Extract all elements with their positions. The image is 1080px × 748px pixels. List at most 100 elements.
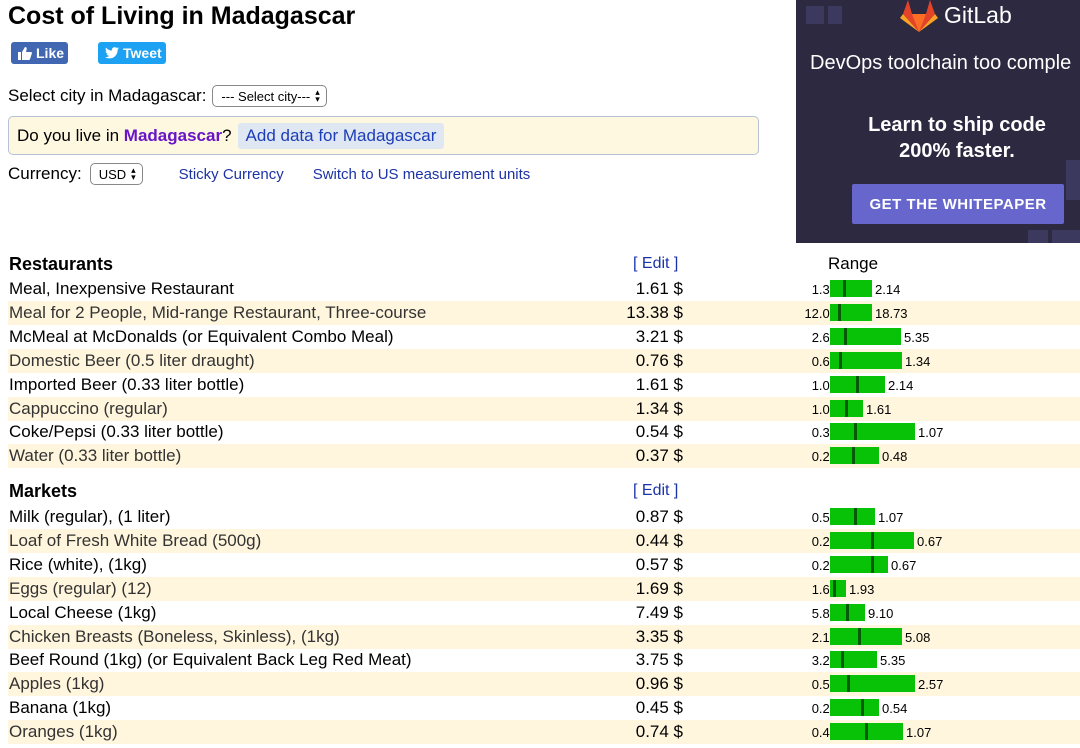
country-link[interactable]: Madagascar: [124, 126, 222, 146]
item-name: Milk (regular), (1 liter): [9, 507, 171, 526]
page-title: Cost of Living in Madagascar: [8, 2, 356, 30]
range-max: 2.57: [918, 677, 944, 692]
ad-headline: Learn to ship code 200% faster.: [796, 112, 1080, 164]
range-marker: [861, 699, 864, 716]
range-max: 1.34: [905, 354, 931, 369]
range-max: 0.48: [882, 449, 908, 464]
ad-decoration: [1066, 160, 1080, 200]
range-marker: [854, 508, 857, 525]
city-selector-row: Select city in Madagascar: --- Select ci…: [8, 85, 327, 107]
facebook-thumb-icon: [18, 46, 32, 60]
range-max: 1.07: [878, 510, 904, 525]
range-bar: [830, 304, 872, 321]
range-marker: [871, 556, 874, 573]
ad-brand: GitLab: [944, 2, 1012, 28]
us-units-link[interactable]: Switch to US measurement units: [313, 166, 531, 183]
ad-cta-button[interactable]: GET THE WHITEPAPER: [852, 184, 1064, 224]
table-row: Water (0.33 liter bottle) 0.37 $0.27 0.48: [8, 444, 1080, 468]
range-bar: [830, 423, 915, 440]
range-column-header: Range: [828, 254, 879, 273]
add-data-button[interactable]: Add data for Madagascar: [237, 122, 445, 149]
gitlab-logo-icon: [900, 0, 938, 37]
ad-decoration: [1052, 230, 1080, 243]
select-arrows-icon: ▴ ▾: [315, 87, 320, 104]
range-bar: [830, 328, 901, 345]
item-name: Loaf of Fresh White Bread (500g): [9, 531, 262, 550]
table-row: Apples (1kg) 0.96 $0.54 2.57: [8, 672, 1080, 696]
item-price: 1.34 $: [635, 399, 683, 418]
range-bar: [830, 723, 903, 740]
range-marker: [856, 376, 859, 393]
ad-headline-line: 200% faster.: [899, 140, 1015, 162]
table-row: Beef Round (1kg) (or Equivalent Back Leg…: [8, 648, 1080, 672]
sticky-currency-link[interactable]: Sticky Currency: [179, 166, 284, 183]
item-price: 1.61 $: [635, 279, 683, 298]
range-marker: [841, 651, 844, 668]
table-row: Meal for 2 People, Mid-range Restaurant,…: [8, 301, 1080, 325]
item-price: 1.61 $: [635, 375, 683, 394]
table-row: Coke/Pepsi (0.33 liter bottle) 0.54 $0.32…: [8, 420, 1080, 444]
item-name: Chicken Breasts (Boneless, Skinless), (1…: [9, 627, 340, 646]
table-row: Cappuccino (regular) 1.34 $1.07 1.61: [8, 397, 1080, 421]
ad-decoration: [806, 6, 824, 24]
item-price: 0.45 $: [635, 698, 683, 717]
item-name: Oranges (1kg): [9, 722, 118, 741]
range-marker: [871, 532, 874, 549]
item-name: Banana (1kg): [9, 698, 112, 717]
range-marker: [847, 675, 850, 692]
range-bar: [830, 699, 879, 716]
range-marker: [844, 328, 847, 345]
range-max: 9.10: [868, 606, 894, 621]
range-max: 1.61: [866, 402, 892, 417]
city-select[interactable]: --- Select city--- ▴ ▾: [212, 85, 327, 107]
range-max: 18.73: [875, 306, 908, 321]
range-max: 1.07: [918, 425, 944, 440]
item-name: Rice (white), (1kg): [9, 555, 147, 574]
currency-select[interactable]: USD ▴ ▾: [89, 163, 143, 185]
edit-link[interactable]: [ Edit ]: [633, 255, 678, 273]
item-name: Beef Round (1kg) (or Equivalent Back Leg…: [9, 650, 412, 669]
range-max: 2.14: [888, 378, 914, 393]
tweet-button[interactable]: Tweet: [98, 42, 166, 64]
currency-row: Currency: USD ▴ ▾ Sticky Currency Switch …: [8, 163, 530, 185]
item-price: 0.87 $: [635, 507, 683, 526]
range-bar: [830, 532, 914, 549]
range-bar: [830, 400, 863, 417]
item-name: Apples (1kg): [9, 674, 105, 693]
ad-decoration: [828, 6, 842, 24]
add-data-banner: Do you live in Madagascar ? Add data for…: [8, 116, 759, 155]
range-max: 0.67: [917, 534, 943, 549]
item-name: Eggs (regular) (12): [9, 579, 152, 598]
edit-link[interactable]: [ Edit ]: [633, 482, 678, 500]
city-select-value: --- Select city---: [221, 88, 311, 104]
live-suffix: ?: [222, 125, 232, 145]
item-name: Domestic Beer (0.5 liter draught): [9, 351, 255, 370]
ad-tagline: DevOps toolchain too comple: [810, 52, 1072, 74]
range-bar: [830, 651, 877, 668]
range-bar: [830, 604, 865, 621]
facebook-like-button[interactable]: Like: [11, 42, 68, 64]
currency-select-value: USD: [98, 166, 127, 182]
twitter-bird-icon: [105, 47, 119, 59]
item-name: Water (0.33 liter bottle): [9, 446, 182, 465]
range-max: 0.67: [891, 558, 917, 573]
live-prefix: Do you live in: [17, 125, 124, 145]
tweet-label: Tweet: [123, 45, 162, 61]
range-marker: [843, 280, 846, 297]
select-city-label: Select city in Madagascar:: [8, 86, 207, 105]
section-title: Markets: [9, 481, 78, 501]
table-row: Chicken Breasts (Boneless, Skinless), (1…: [8, 625, 1080, 649]
table-row: Local Cheese (1kg) 7.49 $5.89 9.10: [8, 601, 1080, 625]
section-title: Restaurants: [9, 254, 114, 274]
item-name: Cappuccino (regular): [9, 399, 168, 418]
table-row: Eggs (regular) (12) 1.69 $1.61 1.93: [8, 577, 1080, 601]
range-marker: [839, 352, 842, 369]
like-label: Like: [36, 45, 65, 61]
range-max: 5.35: [880, 653, 906, 668]
range-max: 1.07: [906, 725, 932, 740]
currency-label: Currency:: [8, 164, 82, 183]
item-price: 0.37 $: [635, 446, 683, 465]
item-price: 13.38 $: [626, 303, 683, 322]
gitlab-ad-banner[interactable]: GitLab DevOps toolchain too comple Learn…: [796, 0, 1080, 243]
item-price: 0.76 $: [635, 351, 683, 370]
